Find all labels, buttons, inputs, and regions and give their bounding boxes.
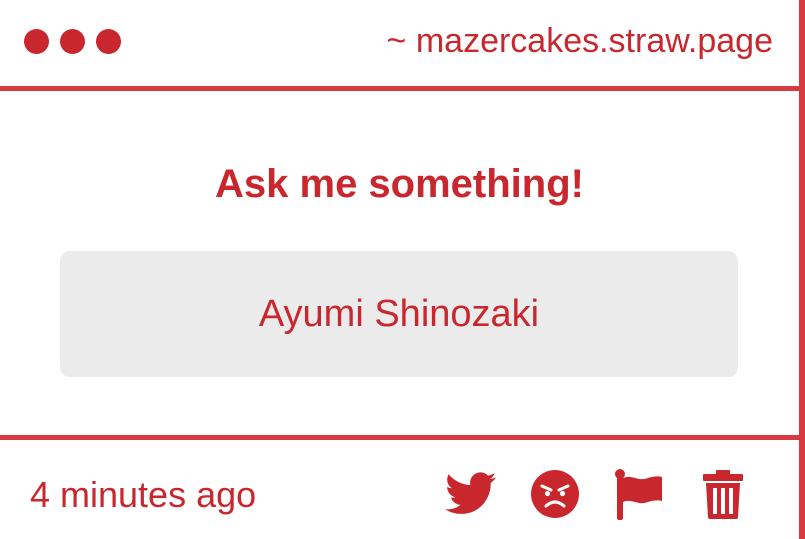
- delete-button[interactable]: [697, 468, 749, 520]
- site-url-link[interactable]: ~ mazercakes.straw.page: [387, 22, 773, 61]
- question-box: Ayumi Shinozaki: [60, 251, 738, 377]
- report-flag-button[interactable]: [613, 468, 665, 520]
- card-body: Ask me something! Ayumi Shinozaki: [0, 91, 799, 435]
- twitter-share-button[interactable]: [445, 468, 497, 520]
- card-footer: 4 minutes ago: [0, 435, 799, 539]
- prompt-title: Ask me something!: [215, 162, 584, 206]
- window-dot: [60, 29, 85, 54]
- question-text: Ayumi Shinozaki: [258, 292, 540, 335]
- window-dots: [24, 29, 121, 54]
- trash-icon: [703, 470, 743, 519]
- card-right-border: [799, 0, 805, 539]
- timestamp: 4 minutes ago: [30, 474, 257, 515]
- action-bar: [445, 468, 749, 520]
- question-card: ~ mazercakes.straw.page Ask me something…: [0, 0, 805, 539]
- card-header: ~ mazercakes.straw.page: [0, 0, 799, 91]
- window-dot: [96, 29, 121, 54]
- twitter-bird-icon: [445, 472, 497, 514]
- angry-react-button[interactable]: [529, 468, 581, 520]
- angry-face-icon: [531, 470, 579, 518]
- flag-icon: [615, 469, 662, 520]
- window-dot: [24, 29, 49, 54]
